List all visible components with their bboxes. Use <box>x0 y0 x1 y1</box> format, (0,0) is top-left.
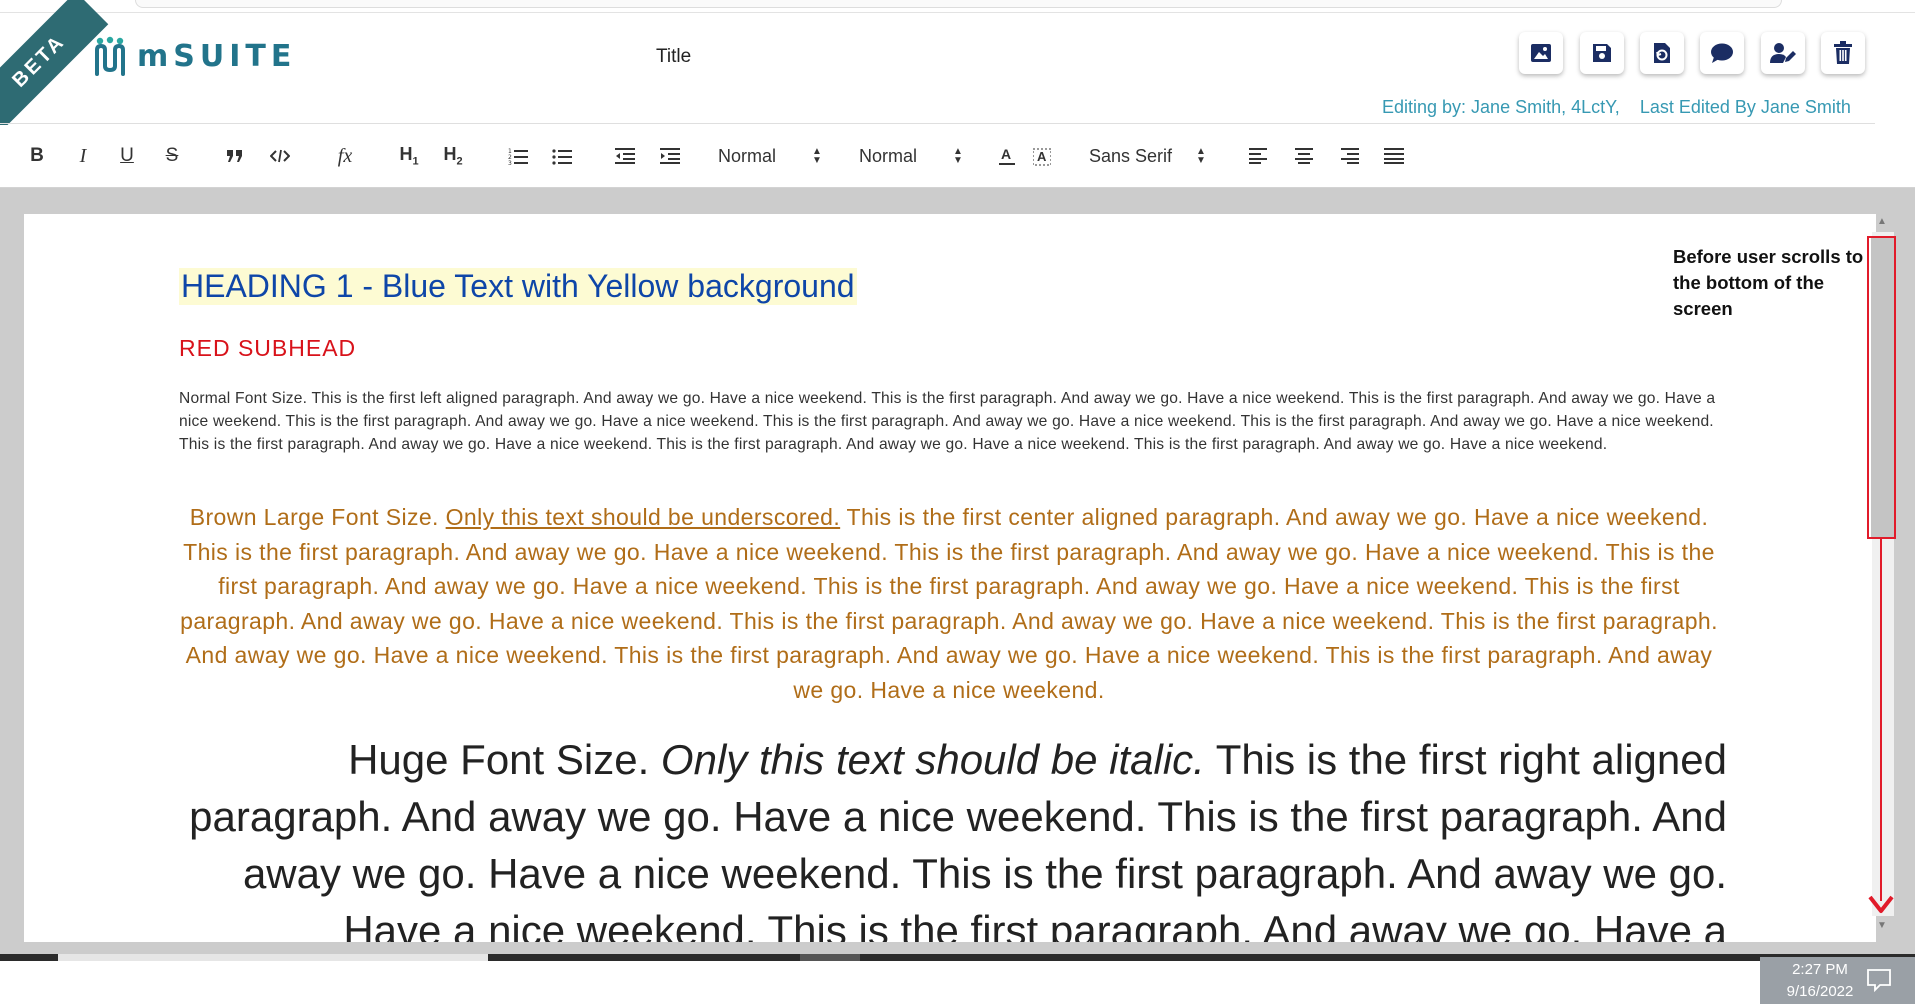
indent-icon <box>660 148 680 164</box>
italic-text: Only this text should be italic. <box>660 736 1205 783</box>
bold-icon: B <box>30 145 44 166</box>
select-arrows-icon: ▲ ▼ <box>812 146 822 166</box>
italic-button[interactable]: I <box>72 143 94 169</box>
highlight-icon: A <box>1033 148 1051 166</box>
taskbar-strip <box>0 954 1915 961</box>
huge-paragraph[interactable]: Huge Font Size. Only this text should be… <box>184 731 1727 942</box>
annotation-arrow-line <box>1880 539 1882 901</box>
comments-button[interactable] <box>1700 32 1744 74</box>
quote-icon <box>227 150 242 162</box>
scroll-up-arrow-icon[interactable]: ▲ <box>1875 216 1889 228</box>
bullet-list-button[interactable] <box>551 143 573 169</box>
font-size-value: Normal <box>859 145 918 166</box>
tray-date: 9/16/2022 <box>1786 983 1854 1000</box>
logo-text: mSUITE <box>137 38 297 74</box>
huge-lead-text: Huge Font Size. <box>348 736 661 783</box>
app-logo[interactable]: mSUITE <box>93 36 296 76</box>
align-left-button[interactable] <box>1248 143 1270 169</box>
h2-icon: H2 <box>443 144 463 168</box>
font-family-value: Sans Serif <box>1089 145 1173 166</box>
document-editor[interactable]: HEADING 1 - Blue Text with Yellow backgr… <box>24 214 1876 942</box>
svg-text:A: A <box>1037 149 1047 164</box>
blockquote-button[interactable] <box>223 143 247 169</box>
indent-button[interactable] <box>659 143 681 169</box>
image-icon <box>1531 44 1551 62</box>
bold-button[interactable]: B <box>26 143 48 169</box>
red-subhead[interactable]: RED SUBHEAD <box>179 335 356 362</box>
brown-paragraph[interactable]: Brown Large Font Size. Only this text sh… <box>179 500 1719 707</box>
header-divider <box>0 123 1875 124</box>
svg-text:A: A <box>1001 146 1011 162</box>
underline-button[interactable]: U <box>116 143 138 169</box>
underline-icon: U <box>120 145 134 166</box>
text-color-button[interactable]: A <box>997 143 1017 169</box>
strikethrough-icon: S <box>165 145 179 166</box>
insert-image-button[interactable] <box>1519 32 1563 74</box>
outdent-button[interactable] <box>614 143 636 169</box>
select-arrows-icon: ▲ ▼ <box>1196 146 1206 166</box>
background-color-button[interactable]: A <box>1031 143 1053 169</box>
trash-icon <box>1834 41 1852 64</box>
formula-button[interactable]: fx <box>333 143 357 169</box>
font-family-select[interactable]: Sans Serif ▲ ▼ <box>1089 143 1211 169</box>
code-block-button[interactable] <box>268 143 292 169</box>
ordered-list-icon: 123 <box>508 148 528 165</box>
annotation-note: Before user scrolls to the bottom of the… <box>1673 246 1864 319</box>
align-center-button[interactable] <box>1293 143 1315 169</box>
tray-clock[interactable]: 2:27 PM 9/16/2022 <box>1760 957 1880 1003</box>
formatting-toolbar: B I U S fx H1 H2 123 Normal ▲ ▼ Normal ▲ ▼… <box>0 125 1915 188</box>
align-right-icon <box>1341 148 1359 164</box>
tray-time: 2:27 PM <box>1792 961 1848 978</box>
top-divider <box>0 12 1915 13</box>
bullet-list-icon <box>552 149 572 165</box>
svg-text:3: 3 <box>508 160 512 165</box>
align-right-button[interactable] <box>1338 143 1360 169</box>
save-icon <box>1593 44 1611 62</box>
last-edited-text: Last Edited By Jane Smith <box>1639 97 1851 117</box>
h1-icon: H1 <box>399 144 419 168</box>
browser-address-bar <box>135 0 1782 8</box>
heading-1[interactable]: HEADING 1 - Blue Text with Yellow backgr… <box>179 268 857 305</box>
document-title[interactable]: Title <box>656 46 691 68</box>
brown-lead-text: Brown Large Font Size. <box>189 504 446 530</box>
underlined-text: Only this text should be underscored. <box>445 504 841 530</box>
align-left-icon <box>1249 148 1267 164</box>
select-arrows-icon: ▲ ▼ <box>953 146 963 166</box>
align-justify-icon <box>1384 148 1404 164</box>
heading-format-select[interactable]: Normal ▲ ▼ <box>718 143 824 169</box>
editing-by-text: Editing by: Jane Smith, 4LctY, <box>1382 97 1620 117</box>
delete-button[interactable] <box>1821 32 1865 74</box>
normal-paragraph[interactable]: Normal Font Size. This is the first left… <box>179 387 1719 456</box>
save-button[interactable] <box>1580 32 1624 74</box>
strike-button[interactable]: S <box>161 143 183 169</box>
outdent-icon <box>615 148 635 164</box>
align-center-icon <box>1295 148 1313 164</box>
logo-icon <box>95 36 125 76</box>
font-size-select[interactable]: Normal ▲ ▼ <box>859 143 965 169</box>
share-user-button[interactable] <box>1761 32 1805 74</box>
brown-rest-text: This is the first center aligned paragra… <box>180 504 1718 703</box>
editing-status: Editing by: Jane Smith, 4LctY, Last Edite… <box>1382 97 1851 118</box>
heading2-button[interactable]: H2 <box>440 143 466 169</box>
ordered-list-button[interactable]: 123 <box>507 143 529 169</box>
code-icon <box>270 149 290 163</box>
user-edit-icon <box>1770 43 1796 63</box>
scrollbar-highlight-box <box>1867 236 1896 539</box>
italic-icon: I <box>79 144 87 167</box>
notification-icon[interactable] <box>1866 968 1892 992</box>
heading1-button[interactable]: H1 <box>396 143 422 169</box>
history-icon <box>1654 43 1670 63</box>
formula-icon: fx <box>337 144 353 167</box>
revert-button[interactable] <box>1640 32 1684 74</box>
heading-format-value: Normal <box>718 145 777 166</box>
annotation-arrow-head-icon <box>1868 895 1894 913</box>
align-justify-button[interactable] <box>1383 143 1405 169</box>
comment-icon <box>1711 43 1733 63</box>
font-color-icon: A <box>999 146 1015 165</box>
scroll-down-arrow-icon[interactable]: ▼ <box>1875 920 1889 932</box>
